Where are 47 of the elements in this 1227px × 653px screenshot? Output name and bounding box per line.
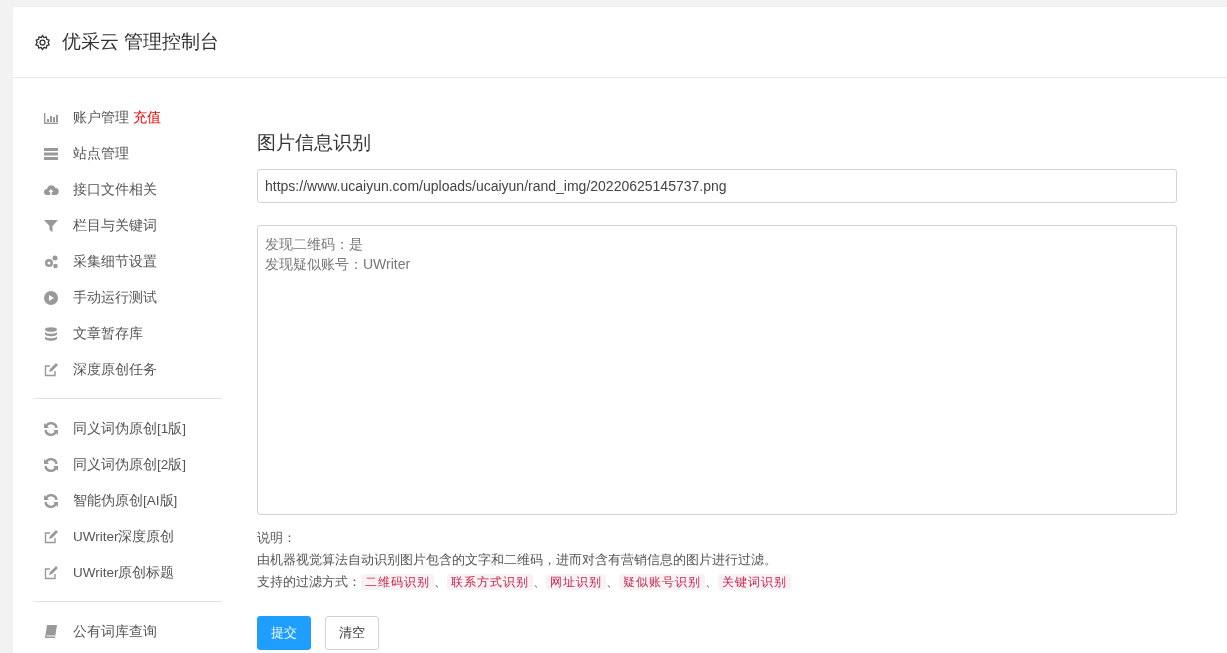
refresh-icon — [43, 421, 59, 437]
sidebar-item[interactable]: 栏目与关键词 — [73, 217, 157, 235]
separator-text: 、 — [434, 575, 447, 589]
clear-button[interactable]: 清空 — [325, 616, 379, 650]
edit-icon — [43, 362, 59, 378]
filter-icon — [43, 218, 59, 234]
sidebar-item[interactable]: 深度原创任务 — [73, 361, 157, 379]
sidebar-item[interactable]: 接口文件相关 — [73, 181, 157, 199]
sidebar-item[interactable]: 智能伪原创[AI版] — [73, 492, 178, 510]
gears-icon — [43, 254, 59, 270]
edit-icon — [43, 565, 59, 581]
sidebar-item[interactable]: 手动运行测试 — [73, 289, 157, 307]
filter-tag: 联系方式识别 — [447, 574, 533, 590]
separator-text: 、 — [606, 575, 619, 589]
notes-title: 说明： — [257, 530, 297, 547]
sidebar-item[interactable]: UWriter原创标题 — [73, 564, 175, 582]
sidebar-item[interactable]: 文章暂存库 — [73, 325, 143, 343]
filter-tag: 关键词识别 — [718, 574, 791, 590]
page-heading: 图片信息识别 — [257, 131, 372, 155]
sidebar-item[interactable]: 公有词库查询 — [73, 623, 157, 641]
play-icon — [43, 290, 59, 306]
filter-tag: 疑似账号识别 — [619, 574, 705, 590]
url-field[interactable]: https://www.ucaiyun.com/uploads/ucaiyun/rand_img/20220625145737.png — [257, 169, 1177, 203]
sidebar-item[interactable]: 同义词伪原创[1版] — [73, 420, 186, 438]
server-icon — [43, 146, 59, 162]
separator-text: 、 — [533, 575, 546, 589]
book-icon — [43, 624, 59, 640]
sidebar-item[interactable]: 账户管理 — [73, 109, 129, 127]
cloud-upload-icon — [43, 182, 59, 198]
app-title: 优采云 管理控制台 — [62, 30, 220, 54]
settings-icon — [34, 33, 51, 51]
sidebar-item[interactable]: 同义词伪原创[2版] — [73, 456, 186, 474]
refresh-icon — [43, 493, 59, 509]
description-text: 由机器视觉算法自动识别图片包含的文字和二维码，进而对含有营销信息的图片进行过滤。 — [257, 552, 778, 569]
sidebar-item[interactable]: 站点管理 — [73, 145, 129, 163]
filters-label: 支持的过滤方式： — [257, 575, 361, 589]
sidebar-item[interactable]: 采集细节设置 — [73, 253, 157, 271]
recharge-link[interactable]: 充值 — [133, 109, 161, 127]
bar-chart-icon — [43, 110, 59, 126]
database-icon — [43, 326, 59, 342]
result-field[interactable]: 发现二维码：是 发现疑似账号：UWriter — [257, 225, 1177, 515]
sidebar-item[interactable]: UWriter深度原创 — [73, 528, 175, 546]
refresh-icon — [43, 457, 59, 473]
edit-icon — [43, 529, 59, 545]
filter-tag: 网址识别 — [546, 574, 606, 590]
filter-tag: 二维码识别 — [361, 574, 434, 590]
separator-text: 、 — [705, 575, 718, 589]
